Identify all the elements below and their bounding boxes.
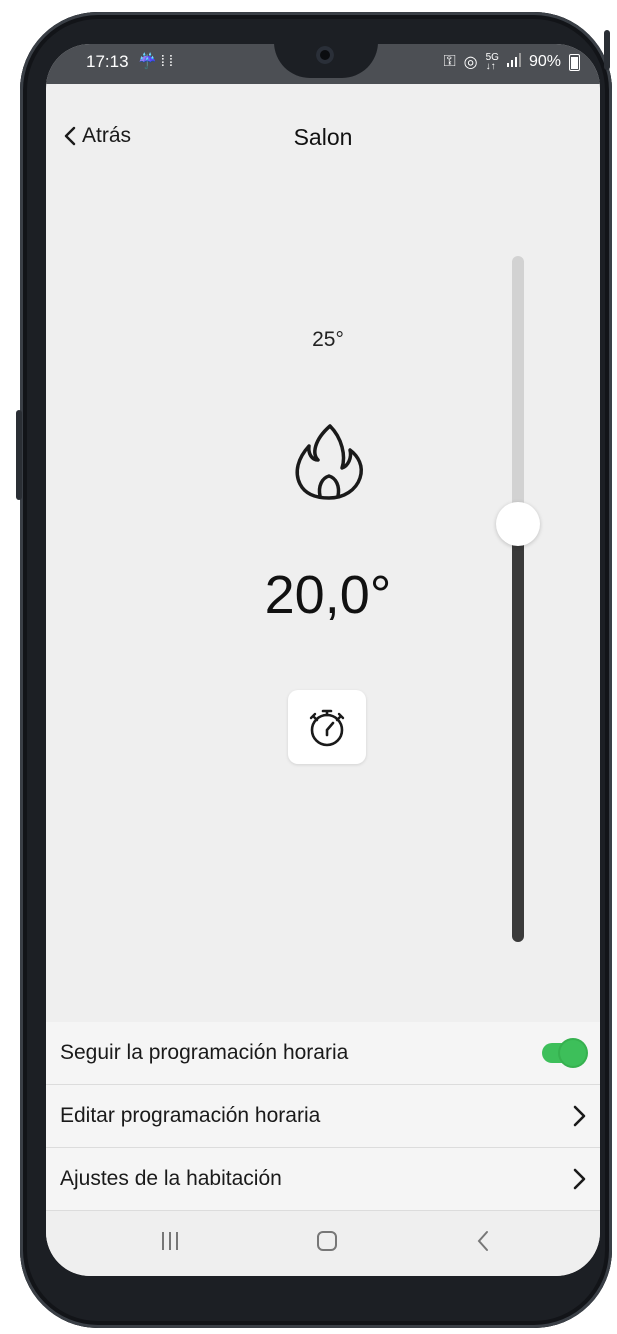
edit-schedule-row[interactable]: Editar programación horaria <box>46 1085 600 1148</box>
flame-icon <box>284 416 374 502</box>
status-right-icons: ⚿ ◎ 5G ↓↑ 90% <box>443 52 580 72</box>
slider-thumb[interactable] <box>496 501 540 546</box>
side-button <box>16 410 22 500</box>
stopwatch-icon <box>309 709 345 747</box>
power-button <box>604 30 610 70</box>
room-settings-label: Ajustes de la habitación <box>60 1167 282 1190</box>
status-left-icons: ☔⁞⁞ <box>138 52 177 70</box>
status-bar: 17:13 ☔⁞⁞ ⚿ ◎ 5G ↓↑ 90% <box>46 44 600 84</box>
tuya-notification-icon: ☔ <box>138 53 161 70</box>
front-camera <box>316 46 334 64</box>
battery-icon <box>569 53 580 71</box>
status-time: 17:13 <box>86 52 129 71</box>
follow-schedule-label: Seguir la programación horaria <box>60 1041 349 1064</box>
timer-button[interactable] <box>288 690 366 764</box>
edit-schedule-label: Editar programación horaria <box>60 1104 321 1127</box>
page-title: Salon <box>293 124 353 150</box>
vpn-key-icon: ⚿ <box>443 53 456 70</box>
settings-list: Seguir la programación horaria Editar pr… <box>46 1022 600 1211</box>
room-settings-row[interactable]: Ajustes de la habitación <box>46 1148 600 1211</box>
app-grid-icon: ⁞⁞ <box>160 53 178 70</box>
chevron-right-icon <box>573 1105 586 1127</box>
back-icon[interactable] <box>476 1230 490 1259</box>
screen: 17:13 ☔⁞⁞ ⚿ ◎ 5G↓↑ 90% Atrás Salon 25° <box>46 44 600 1276</box>
home-icon[interactable] <box>316 1230 338 1259</box>
5g-icon: 5G ↓↑ <box>485 52 499 72</box>
recent-apps-icon[interactable] <box>160 1230 180 1259</box>
follow-schedule-toggle[interactable] <box>542 1040 586 1066</box>
system-navigation-bar <box>46 1212 600 1276</box>
hotspot-icon: ◎ <box>463 54 478 71</box>
toggle-knob <box>560 1040 586 1066</box>
navigation-bar: Atrás Salon <box>46 124 600 164</box>
chevron-right-icon <box>573 1168 586 1190</box>
battery-level: 90% <box>528 53 561 70</box>
temperature-slider[interactable] <box>496 256 540 942</box>
signal-icon <box>506 52 521 72</box>
follow-schedule-row[interactable]: Seguir la programación horaria <box>46 1022 600 1085</box>
slider-fill <box>512 523 524 942</box>
